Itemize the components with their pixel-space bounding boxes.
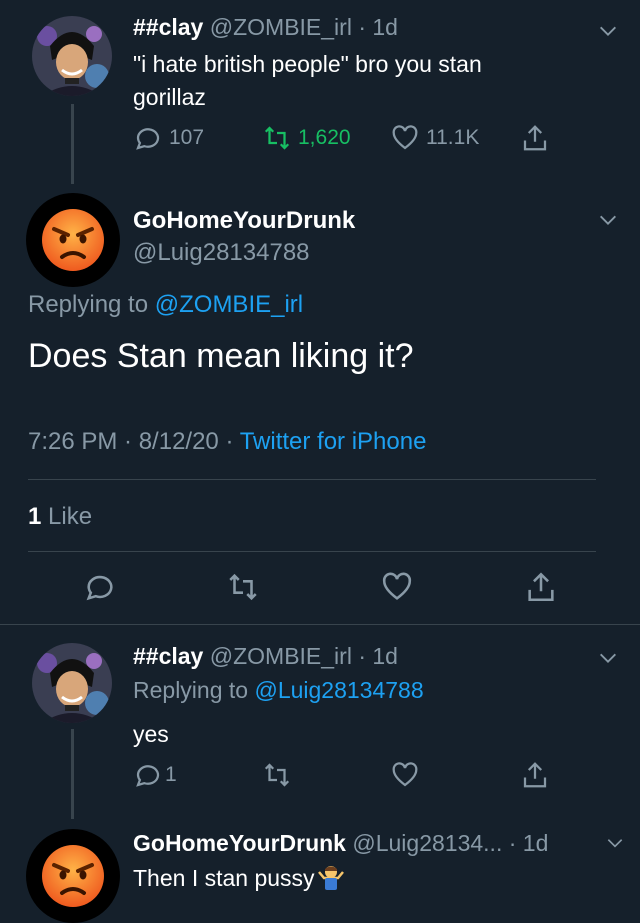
timestamp: 7:26 PM · 8/12/20 · [28, 428, 234, 455]
replying-to: Replying to @Luig28134788 [133, 677, 424, 704]
display-name[interactable]: ##clay [133, 643, 203, 669]
replying-label: Replying to [28, 291, 149, 318]
divider [28, 479, 596, 480]
reply-count: 1 [165, 763, 177, 786]
reply-count: 107 [169, 126, 205, 149]
like-total-label: Like [48, 503, 93, 530]
thread-line [71, 104, 74, 184]
chevron-down-icon[interactable] [597, 647, 619, 669]
tweet-meta: 7:26 PM · 8/12/20 · Twitter for iPhone [28, 428, 426, 456]
retweet-icon[interactable] [262, 760, 292, 790]
source-link[interactable]: Twitter for iPhone [240, 428, 427, 455]
reply-icon[interactable] [83, 570, 117, 604]
handle[interactable]: @Luig28134... [352, 830, 502, 856]
chevron-down-icon[interactable] [597, 20, 619, 42]
shrug-emoji-icon [317, 866, 344, 890]
reply-button[interactable]: 1 [133, 760, 177, 790]
heart-icon[interactable] [390, 760, 420, 790]
timestamp[interactable]: · 1d [358, 643, 398, 669]
reply-icon [136, 128, 160, 150]
like-summary[interactable]: 1 Like [28, 503, 92, 531]
retweet-icon[interactable] [226, 570, 260, 604]
timestamp[interactable]: · 1d [509, 830, 549, 856]
tweet-text: Then I stan pussy [133, 864, 315, 891]
replying-to: Replying to @ZOMBIE_irl [28, 291, 303, 319]
reply-button[interactable]: 107 [133, 123, 204, 153]
retweet-icon [264, 126, 290, 150]
avatar-clay-image [32, 643, 112, 723]
tweet1-text: "i hate british people" bro you stan gor… [133, 48, 482, 114]
heart-icon[interactable] [380, 570, 414, 604]
avatar-gohome[interactable] [26, 829, 120, 923]
tweet-text-row: Then I stan pussy [133, 864, 345, 892]
replying-handle-link[interactable]: @ZOMBIE_irl [155, 291, 303, 318]
main-tweet: GoHomeYourDrunk @Luig28134788 Replying t… [0, 185, 640, 625]
angry-face-icon [42, 209, 104, 271]
angry-face-icon [42, 845, 104, 907]
share-icon[interactable] [524, 570, 558, 604]
tweet1-header: ##clay @ZOMBIE_irl · 1d [133, 14, 398, 41]
tweet-clay-original[interactable]: ##clay @ZOMBIE_irl · 1d "i hate british … [0, 0, 640, 184]
avatar-clay[interactable] [32, 16, 112, 96]
timestamp[interactable]: · 1d [358, 14, 398, 40]
share-icon[interactable] [520, 123, 550, 153]
like-total: 1 [28, 503, 42, 530]
handle[interactable]: @ZOMBIE_irl [210, 14, 352, 40]
tweet-text: Does Stan mean liking it? [28, 337, 414, 375]
display-name[interactable]: ##clay [133, 14, 203, 40]
thread-line [71, 729, 74, 819]
tweet-text-line: "i hate british people" bro you stan [133, 51, 482, 77]
chevron-down-icon[interactable] [597, 209, 619, 231]
handle[interactable]: @ZOMBIE_irl [210, 643, 352, 669]
display-name[interactable]: GoHomeYourDrunk [133, 830, 346, 856]
like-button[interactable]: 11.1K [390, 123, 479, 153]
like-count: 11.1K [426, 126, 480, 149]
avatar-gohome[interactable] [26, 193, 120, 287]
display-name[interactable]: GoHomeYourDrunk [133, 207, 355, 235]
heart-icon [392, 125, 418, 150]
reply-tweet-clay[interactable]: ##clay @ZOMBIE_irl · 1d Replying to @Lui… [0, 625, 640, 819]
reply-icon [136, 765, 160, 787]
retweet-button[interactable]: 1,620 [262, 123, 351, 153]
reply1-header: ##clay @ZOMBIE_irl · 1d [133, 643, 398, 670]
share-icon[interactable] [520, 760, 550, 790]
chevron-down-icon[interactable] [605, 833, 625, 853]
retweet-count: 1,620 [298, 126, 351, 149]
reply2-header: GoHomeYourDrunk @Luig28134... · 1d [133, 830, 548, 857]
reply-tweet-gohome[interactable]: GoHomeYourDrunk @Luig28134... · 1d Then … [0, 815, 640, 923]
tweet-text: yes [133, 721, 169, 747]
divider [28, 551, 596, 552]
avatar-clay[interactable] [32, 643, 112, 723]
tweet-text-line: gorillaz [133, 84, 206, 110]
replying-handle-link[interactable]: @Luig28134788 [254, 677, 423, 703]
avatar-clay-image [32, 16, 112, 96]
replying-label: Replying to [133, 677, 249, 703]
handle[interactable]: @Luig28134788 [133, 239, 310, 267]
